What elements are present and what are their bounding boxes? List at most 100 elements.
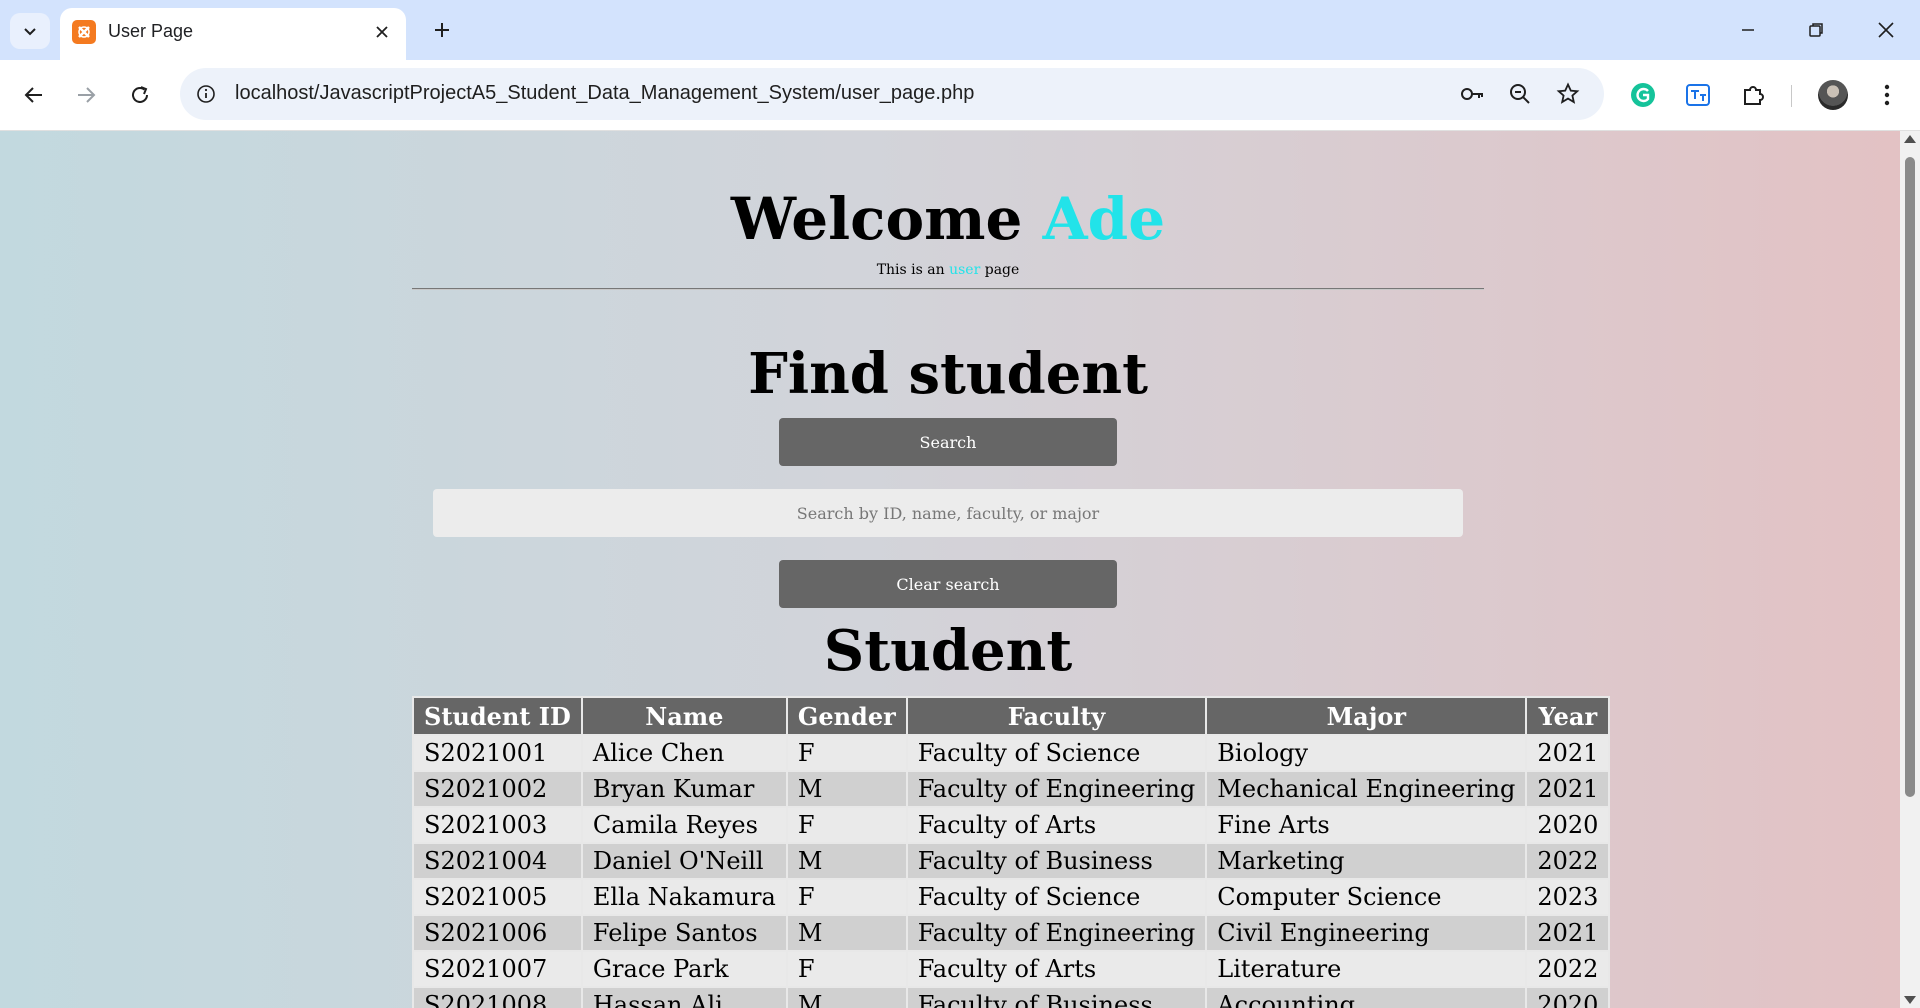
table-cell: Mechanical Engineering (1205, 770, 1528, 808)
translate-extension-icon[interactable] (1683, 80, 1713, 110)
table-cell: M (785, 914, 908, 952)
table-cell: Accounting (1205, 986, 1528, 1008)
tab-title: User Page (108, 21, 194, 41)
subline-suffix: page (984, 262, 1020, 278)
table-cell: M (785, 770, 908, 808)
tab-search-button[interactable] (10, 13, 50, 49)
table-cell: Camila Reyes (580, 806, 788, 844)
plus-icon (435, 23, 449, 37)
search-button[interactable]: Search (779, 418, 1117, 466)
welcome-prefix: Welcome (730, 185, 1023, 253)
column-header: Faculty (905, 696, 1208, 736)
page-viewport: Welcome Ade This is an user page Find st… (0, 131, 1900, 1008)
scroll-down-arrow-icon[interactable] (1904, 996, 1916, 1004)
window-close-button[interactable] (1862, 10, 1910, 50)
column-header: Year (1525, 696, 1611, 736)
table-cell: 2023 (1525, 878, 1611, 916)
xampp-icon (72, 20, 96, 44)
extensions-puzzle-icon[interactable] (1738, 80, 1768, 110)
arrow-left-icon (24, 87, 42, 103)
column-header: Major (1205, 696, 1528, 736)
table-cell: F (785, 950, 908, 988)
minimize-button[interactable] (1724, 10, 1772, 50)
table-cell: S2021006 (412, 914, 583, 952)
table-row: S2021006 Felipe Santos M Faculty of Engi… (412, 914, 1611, 952)
table-header-row: Student ID Name Gender Faculty Major Yea… (412, 696, 1611, 736)
table-cell: Felipe Santos (580, 914, 788, 952)
column-header: Name (580, 696, 788, 736)
table-cell: 2020 (1525, 806, 1611, 844)
restore-button[interactable] (1792, 10, 1840, 50)
table-cell: 2021 (1525, 770, 1611, 808)
arrow-right-icon (78, 87, 96, 103)
table-cell: M (785, 842, 908, 880)
table-cell: 2022 (1525, 950, 1611, 988)
table-row: S2021001 Alice Chen F Faculty of Science… (412, 734, 1611, 772)
profile-avatar[interactable] (1818, 80, 1848, 110)
reload-icon (132, 86, 148, 103)
close-icon (1878, 22, 1894, 38)
table-cell: Faculty of Business (905, 842, 1208, 880)
table-cell: Faculty of Arts (905, 806, 1208, 844)
reload-button[interactable] (120, 75, 160, 115)
table-cell: 2022 (1525, 842, 1611, 880)
page-content: Welcome Ade This is an user page Find st… (412, 131, 1611, 1008)
close-icon (376, 26, 388, 38)
forward-button[interactable] (66, 75, 106, 115)
table-cell: M (785, 986, 908, 1008)
page-scrollbar[interactable] (1900, 131, 1920, 1008)
table-row: S2021007 Grace Park F Faculty of Arts Li… (412, 950, 1611, 988)
clear-search-button[interactable]: Clear search (779, 560, 1117, 608)
table-cell: Literature (1205, 950, 1528, 988)
more-menu-icon[interactable] (1872, 80, 1902, 110)
table-cell: S2021005 (412, 878, 583, 916)
table-row: S2021005 Ella Nakamura F Faculty of Scie… (412, 878, 1611, 916)
tab-close-button[interactable] (370, 20, 394, 44)
role-subtitle: This is an user page (412, 260, 1484, 280)
table-cell: 2020 (1525, 986, 1611, 1008)
table-cell: Alice Chen (580, 734, 788, 772)
table-cell: 2021 (1525, 734, 1611, 772)
student-section-title: Student (823, 618, 1073, 684)
table-cell: Fine Arts (1205, 806, 1528, 844)
bookmark-star-icon[interactable] (1554, 80, 1582, 108)
table-cell: F (785, 806, 908, 844)
zoom-icon[interactable] (1506, 80, 1534, 108)
site-info-icon[interactable] (194, 82, 218, 106)
welcome-heading: Welcome Ade (412, 131, 1484, 254)
table-cell: Daniel O'Neill (580, 842, 788, 880)
table-cell: 2021 (1525, 914, 1611, 952)
table-cell: S2021007 (412, 950, 583, 988)
grammarly-icon[interactable] (1628, 80, 1658, 110)
table-cell: S2021001 (412, 734, 583, 772)
subline-prefix: This is an (876, 262, 945, 278)
header-divider (412, 288, 1484, 290)
minimize-icon (1742, 29, 1754, 31)
back-button[interactable] (14, 75, 54, 115)
browser-toolbar: localhost/JavascriptProjectA5_Student_Da… (0, 60, 1920, 131)
address-bar[interactable]: localhost/JavascriptProjectA5_Student_Da… (180, 68, 1604, 120)
scroll-up-arrow-icon[interactable] (1904, 135, 1916, 143)
table-row: S2021008 Hassan Ali M Faculty of Busines… (412, 986, 1611, 1008)
table-cell: Bryan Kumar (580, 770, 788, 808)
table-cell: F (785, 734, 908, 772)
chevron-down-icon (24, 28, 36, 36)
table-row: S2021002 Bryan Kumar M Faculty of Engine… (412, 770, 1611, 808)
table-cell: Computer Science (1205, 878, 1528, 916)
student-table: Student ID Name Gender Faculty Major Yea… (412, 696, 1611, 1008)
scrollbar-thumb[interactable] (1905, 157, 1915, 797)
table-cell: F (785, 878, 908, 916)
browser-tab[interactable]: User Page (60, 8, 406, 60)
table-cell: Faculty of Arts (905, 950, 1208, 988)
column-header: Gender (785, 696, 908, 736)
search-input[interactable] (433, 489, 1463, 537)
table-cell: S2021003 (412, 806, 583, 844)
user-name: Ade (1042, 185, 1166, 253)
table-cell: Faculty of Business (905, 986, 1208, 1008)
find-student-title: Find student (748, 341, 1148, 407)
table-cell: Civil Engineering (1205, 914, 1528, 952)
key-icon[interactable] (1458, 80, 1486, 108)
table-cell: S2021008 (412, 986, 583, 1008)
new-tab-button[interactable] (424, 12, 460, 48)
url-text[interactable]: localhost/JavascriptProjectA5_Student_Da… (235, 82, 974, 105)
